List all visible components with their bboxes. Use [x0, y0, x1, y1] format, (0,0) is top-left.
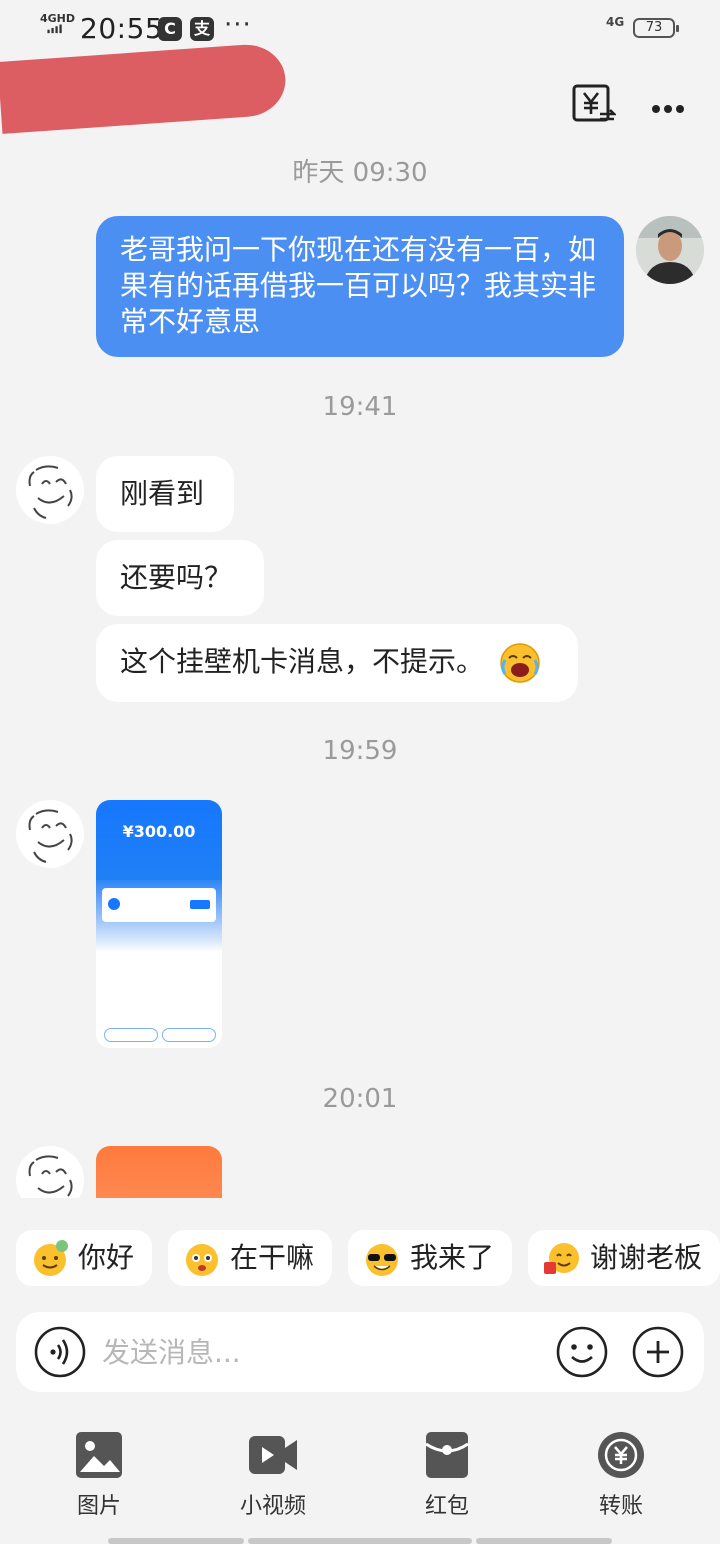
voice-input-icon[interactable] [34, 1326, 86, 1378]
tool-label: 图片 [76, 1494, 121, 1519]
transfer-icon [598, 1432, 644, 1478]
tool-label: 转账 [598, 1494, 643, 1519]
orange-screenshot-image[interactable] [96, 1146, 222, 1198]
quick-reply-label: 我来了 [410, 1241, 495, 1274]
tool-label: 小视频 [239, 1494, 306, 1519]
peer-message-bubble[interactable]: 还要吗？ [96, 540, 264, 616]
quick-reply-label: 你好 [78, 1241, 135, 1274]
payment-amount: ¥300.00 [122, 822, 196, 841]
sunglasses-emoji-icon [366, 1244, 398, 1276]
doodle-face-icon [28, 809, 73, 863]
quick-reply-what-doing[interactable]: 在干嘛 [168, 1230, 332, 1286]
person-photo-icon [636, 216, 704, 284]
quick-reply-coming[interactable]: 我来了 [348, 1230, 512, 1286]
quick-reply-label: 谢谢老板 [590, 1241, 703, 1274]
peer-avatar[interactable] [16, 1146, 84, 1198]
peer-message-bubble[interactable]: 刚看到 [96, 456, 234, 532]
tool-image[interactable]: 图片 [29, 1430, 169, 1520]
peer-avatar[interactable] [16, 800, 84, 868]
quick-reply-thanks-boss[interactable]: 谢谢老板 [528, 1230, 720, 1286]
hi-emoji-icon [34, 1240, 68, 1276]
doodle-face-icon [28, 1155, 73, 1197]
tool-red-packet[interactable]: 红包 [377, 1430, 517, 1520]
image-icon [76, 1432, 122, 1478]
timestamp: 20:01 [322, 1084, 398, 1114]
wondering-emoji-icon [186, 1244, 218, 1276]
message-input-bar [16, 1312, 704, 1392]
thanks-emoji-icon [544, 1243, 579, 1274]
tool-transfer[interactable]: 转账 [551, 1430, 691, 1520]
message-input[interactable] [102, 1332, 532, 1372]
my-message-bubble[interactable]: 老哥我问一下你现在还有没有一百，如果有的话再借我一百可以吗？我其实非常不好意思 [96, 216, 624, 357]
my-avatar[interactable] [636, 216, 704, 284]
quick-reply-hello[interactable]: 你好 [16, 1230, 152, 1286]
timestamp: 19:59 [322, 736, 398, 766]
payment-screenshot-image[interactable]: ¥300.00 [96, 800, 222, 1048]
doodle-face-icon [28, 465, 73, 519]
tab-indicator [476, 1538, 612, 1544]
emoji-picker-icon[interactable] [556, 1326, 608, 1378]
tab-indicator [108, 1538, 244, 1544]
red-packet-icon [425, 1432, 469, 1478]
tool-label: 红包 [424, 1494, 469, 1519]
tool-video[interactable]: 小视频 [203, 1430, 343, 1520]
timestamp: 昨天 09:30 [292, 158, 428, 188]
tab-indicator [248, 1538, 472, 1544]
message-text: 这个挂壁机卡消息，不提示。 [120, 645, 485, 678]
timestamp: 19:41 [322, 392, 398, 422]
laughing-crying-emoji-icon [500, 643, 540, 683]
peer-message-bubble[interactable]: 这个挂壁机卡消息，不提示。 [96, 624, 578, 702]
plus-icon[interactable] [632, 1326, 684, 1378]
message-list[interactable]: 昨天 09:30 老哥我问一下你现在还有没有一百，如果有的话再借我一百可以吗？我… [0, 0, 720, 1198]
attachment-toolbar: 图片 小视频 红包 转账 [0, 1420, 720, 1544]
quick-reply-label: 在干嘛 [230, 1241, 315, 1274]
peer-avatar[interactable] [16, 456, 84, 524]
video-icon [249, 1436, 297, 1474]
